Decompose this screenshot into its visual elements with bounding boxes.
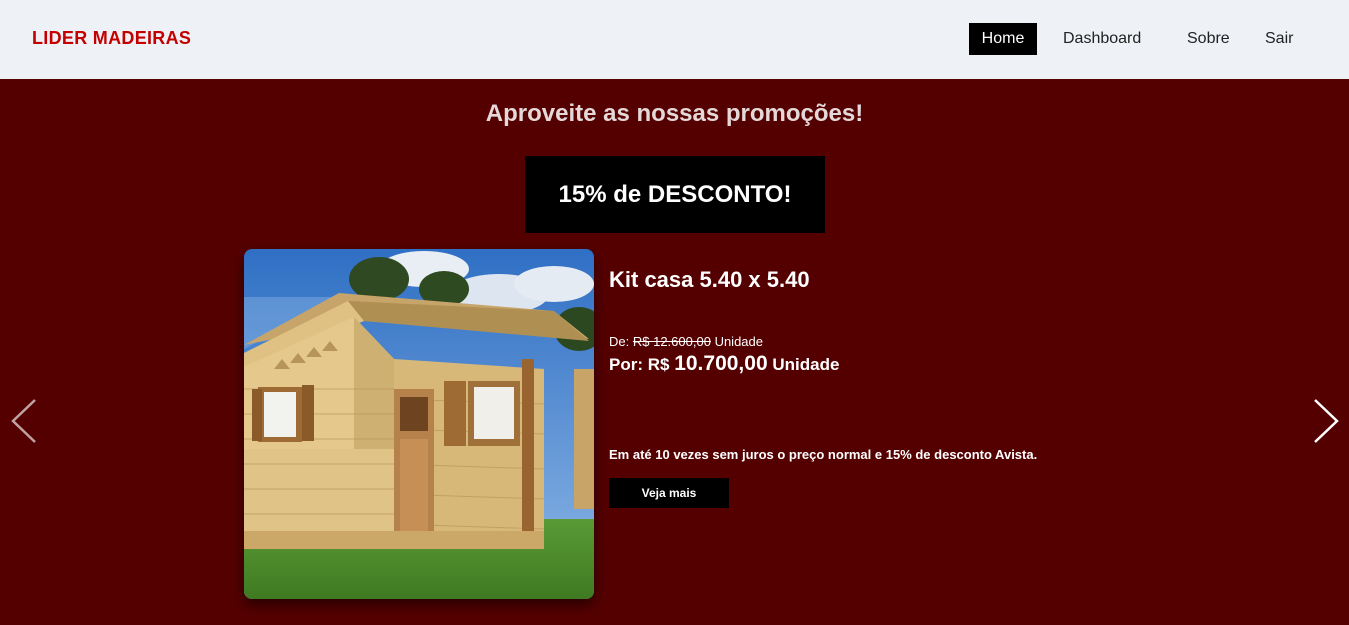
carousel-next-button[interactable] (1311, 396, 1341, 446)
product-name: Kit casa 5.40 x 5.40 (609, 267, 810, 292)
discount-banner: 15% de DESCONTO! (525, 156, 825, 233)
new-price-unit: Unidade (772, 355, 840, 374)
promo-title: Aproveite as nossas promoções! (485, 100, 864, 127)
product-image (244, 249, 594, 599)
old-price-value: R$ 12.600,00 (632, 334, 711, 349)
new-price-prefix: Por: R$ (609, 355, 670, 374)
nav-dashboard[interactable]: Dashboard (1063, 23, 1141, 55)
chevron-right-icon (1314, 399, 1339, 443)
nav-sair[interactable]: Sair (1265, 23, 1293, 55)
chevron-left-icon (11, 399, 36, 443)
nav-home[interactable]: Home (969, 23, 1037, 55)
brand-logo[interactable]: LIDER MADEIRAS (32, 28, 191, 49)
carousel-prev-button[interactable] (9, 396, 39, 446)
new-price-value: 10.700,00 (674, 352, 768, 375)
see-more-button[interactable]: Veja mais (609, 478, 729, 508)
old-price: De: R$ 12.600,00 Unidade (609, 334, 763, 349)
payment-terms: Em até 10 vezes sem juros o preço normal… (609, 447, 1038, 462)
old-price-unit: Unidade (714, 334, 763, 349)
new-price: Por: R$ 10.700,00 Unidade (609, 352, 839, 376)
nav-sobre[interactable]: Sobre (1187, 23, 1230, 55)
navbar: LIDER MADEIRAS Home Dashboard Sobre Sair (0, 0, 1349, 79)
old-price-prefix: De: (609, 334, 630, 349)
wooden-house-illustration (244, 249, 594, 599)
